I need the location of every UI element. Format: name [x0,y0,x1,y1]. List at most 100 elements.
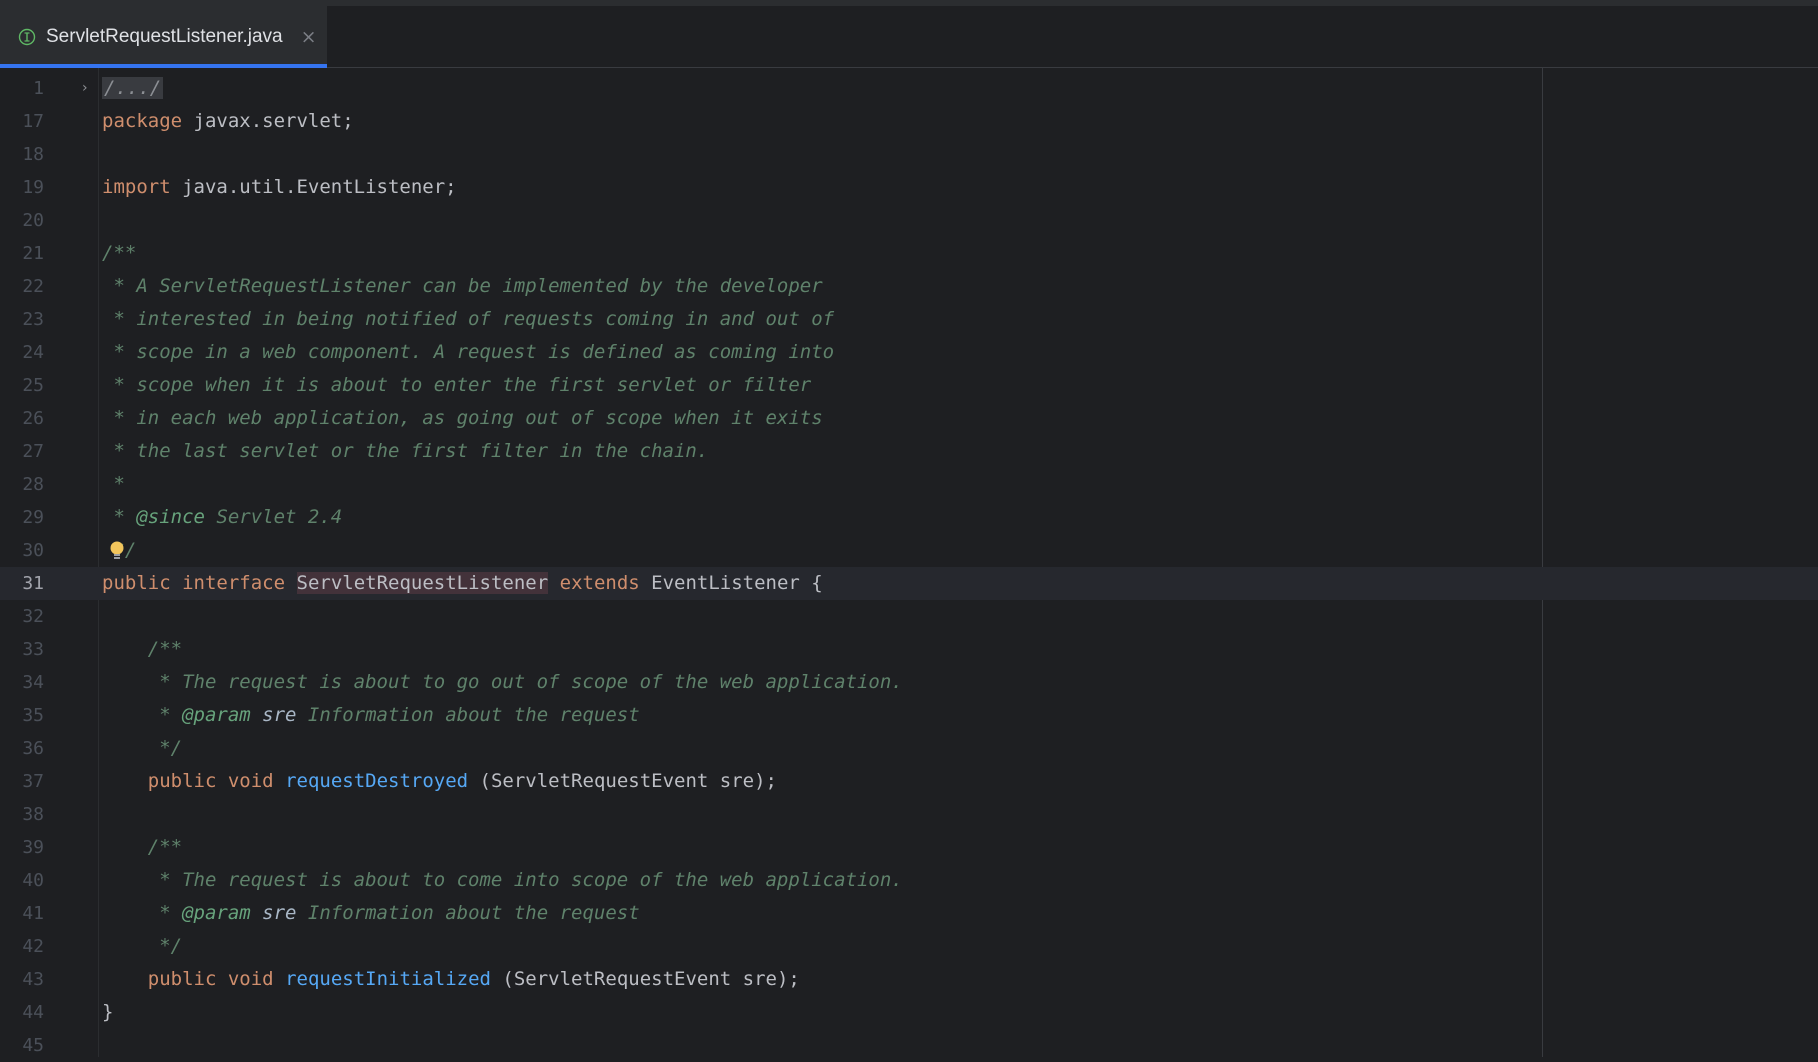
code-token: public [147,968,217,990]
code-token: requestInitialized [285,968,491,990]
code-line[interactable]: 22 * A ServletRequestListener can be imp… [0,270,1818,303]
code-token: * The request is about to come into scop… [102,869,903,891]
code-token: } [102,1001,114,1023]
code-token: * in each web application, as going out … [102,407,823,429]
code-line[interactable]: 17 package javax.servlet; [0,105,1818,138]
line-number: 44 [22,1002,44,1023]
line-number: 1 [33,78,44,99]
code-line[interactable]: 43 public void requestInitialized (Servl… [0,963,1818,996]
folded-region[interactable]: /.../ [102,77,164,99]
code-token: requestDestroyed [285,770,469,792]
line-number: 36 [22,738,44,759]
line-code: /** [102,633,182,666]
code-line[interactable]: 31 public interface ServletRequestListene… [0,567,1818,600]
code-line[interactable]: 40 * The request is about to come into s… [0,864,1818,897]
fold-chevron-icon[interactable]: › [82,72,88,105]
line-number: 43 [22,969,44,990]
code-line[interactable]: 37 public void requestDestroyed (Servlet… [0,765,1818,798]
code-token: Information about the request [296,704,640,726]
line-number: 34 [22,672,44,693]
code-line[interactable]: 27 * the last servlet or the first filte… [0,435,1818,468]
code-line[interactable]: 38 [0,798,1818,831]
code-line[interactable]: 44} [0,996,1818,1029]
line-code: public interface ServletRequestListener … [102,567,823,600]
line-number: 37 [22,771,44,792]
tab-label: ServletRequestListener.java [46,26,283,47]
code-token: public [147,770,217,792]
line-number: 35 [22,705,44,726]
code-token: EventListener { [639,572,823,594]
line-number: 38 [22,804,44,825]
code-line[interactable]: 24 * scope in a web component. A request… [0,336,1818,369]
line-code: public void requestInitialized (ServletR… [102,963,800,996]
code-token: package [102,110,183,132]
line-code: /** [102,831,182,864]
code-token: interface [182,572,286,594]
line-number: 28 [22,474,44,495]
line-number: 45 [22,1035,44,1056]
code-token: */ [102,935,183,957]
code-line[interactable]: 20 [0,204,1818,237]
line-code: * [102,468,125,501]
line-code: * the last servlet or the first filter i… [102,435,708,468]
code-lines: 1 › /.../ 17 package javax.servlet; 18 19 impor… [0,72,1818,1062]
line-code: import java.util.EventListener; [102,171,457,204]
code-line[interactable]: 35 * @param sre Information about the re… [0,699,1818,732]
code-line[interactable]: 33 /** [0,633,1818,666]
code-line[interactable]: 18 [0,138,1818,171]
code-line[interactable]: 34 * The request is about to go out of s… [0,666,1818,699]
code-token: * [102,704,183,726]
line-number: 25 [22,375,44,396]
line-code: */ [102,930,182,963]
line-code: */ [102,732,182,765]
line-code: * in each web application, as going out … [102,402,823,435]
line-number: 26 [22,408,44,429]
line-code: * @param sre Information about the reque… [102,699,640,732]
code-token: * [102,902,183,924]
line-number: 40 [22,870,44,891]
code-token: sre [250,902,297,924]
code-line[interactable]: 21 /** [0,237,1818,270]
code-line[interactable]: 36 */ [0,732,1818,765]
editor-tab-bar: ServletRequestListener.java × [0,6,1818,69]
line-number: 21 [22,243,44,264]
code-line[interactable]: 41 * @param sre Information about the re… [0,897,1818,930]
line-number: 17 [22,111,44,132]
line-number: 22 [22,276,44,297]
code-line[interactable]: 25 * scope when it is about to enter the… [0,369,1818,402]
code-line[interactable]: 42 */ [0,930,1818,963]
line-number: 29 [22,507,44,528]
line-code: * interested in being notified of reques… [102,303,834,336]
code-token: @param [182,902,251,924]
code-token: void [227,968,274,990]
code-token: sre [250,704,297,726]
code-line[interactable]: 39 /** [0,831,1818,864]
lightbulb-icon[interactable] [108,540,126,562]
code-token: java.util.EventListener; [170,176,457,198]
line-number: 30 [22,540,44,561]
close-icon[interactable]: × [301,26,317,48]
line-number: 39 [22,837,44,858]
code-token: (ServletRequestEvent sre); [468,770,777,792]
tab-servlet-request-listener[interactable]: ServletRequestListener.java × [0,6,327,69]
code-line[interactable]: 26 * in each web application, as going o… [0,402,1818,435]
code-line[interactable]: 23 * interested in being notified of req… [0,303,1818,336]
code-line[interactable]: 19 import java.util.EventListener; [0,171,1818,204]
code-line[interactable]: 30 */ [0,534,1818,567]
code-token: import [102,176,171,198]
code-token: * [102,473,125,495]
code-line[interactable]: 1 › /.../ [0,72,1818,105]
code-line[interactable]: 28 * [0,468,1818,501]
line-code: * scope when it is about to enter the fi… [102,369,811,402]
code-line[interactable]: 45 [0,1029,1818,1062]
code-token: * The request is about to go out of scop… [102,671,903,693]
code-token: @param [182,704,251,726]
code-editor[interactable]: 1 › /.../ 17 package javax.servlet; 18 19 impor… [0,68,1818,1057]
line-code: public void requestDestroyed (ServletReq… [102,765,777,798]
line-number: 23 [22,309,44,330]
line-code: * @param sre Information about the reque… [102,897,639,930]
code-line[interactable]: 29 * @since Servlet 2.4 [0,501,1818,534]
line-number: 18 [22,144,44,165]
code-line[interactable]: 32 [0,600,1818,633]
